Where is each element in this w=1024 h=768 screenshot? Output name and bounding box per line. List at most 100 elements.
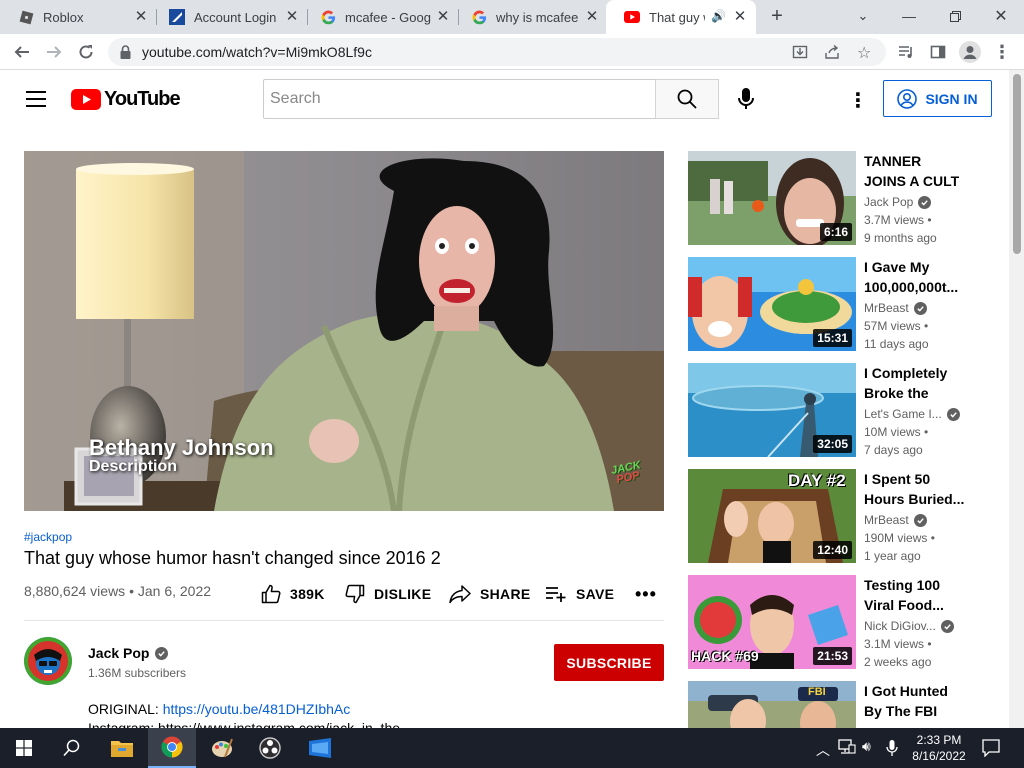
- close-icon[interactable]: ✕: [584, 9, 600, 25]
- subscriber-count: 1.36M subscribers: [88, 666, 187, 680]
- tab-roblox[interactable]: Roblox ✕: [0, 0, 157, 34]
- subscribe-button[interactable]: SUBSCRIBE: [554, 644, 664, 681]
- recommended-channel[interactable]: Jack Pop: [864, 195, 913, 209]
- save-button[interactable]: SAVE: [545, 582, 614, 606]
- video-thumbnail[interactable]: HACK #69 21:53: [688, 575, 856, 669]
- back-arrow-icon[interactable]: [8, 38, 36, 66]
- media-controls-icon[interactable]: [892, 38, 920, 66]
- taskbar-search-icon[interactable]: [48, 728, 96, 768]
- scrollbar-thumb[interactable]: [1013, 74, 1021, 254]
- original-video-link[interactable]: https://youtu.be/481DHZIbhAc: [163, 701, 351, 717]
- video-player[interactable]: Bethany Johnson Description JACK POP: [24, 151, 664, 511]
- video-thumbnail[interactable]: 6:16: [688, 151, 856, 245]
- hashtag-link[interactable]: #jackpop: [24, 530, 72, 544]
- microphone-tray-icon[interactable]: [886, 739, 898, 762]
- recommended-channel-row[interactable]: MrBeast: [864, 301, 927, 315]
- recommended-channel[interactable]: Let's Game I...: [864, 407, 942, 421]
- forward-arrow-icon[interactable]: [40, 38, 68, 66]
- install-app-icon[interactable]: [792, 44, 808, 65]
- app-window-icon[interactable]: [296, 728, 344, 768]
- recommended-title[interactable]: TANNER JOINS A CULT: [864, 151, 966, 191]
- browser-menu-icon[interactable]: ⋮: [988, 38, 1016, 66]
- speaker-icon[interactable]: 🔊: [711, 9, 726, 23]
- tab-mcafee-search[interactable]: mcafee - Google Search ✕: [302, 0, 459, 34]
- url-text[interactable]: youtube.com/watch?v=Mi9mkO8Lf9c: [142, 44, 372, 60]
- network-icon[interactable]: [838, 739, 856, 760]
- new-tab-plus-icon[interactable]: +: [755, 0, 799, 32]
- minimize-icon[interactable]: —: [886, 0, 932, 32]
- volume-icon[interactable]: 🔊︎: [862, 738, 871, 755]
- recommended-title[interactable]: I Completely Broke the Enti...: [864, 363, 966, 403]
- recommended-channel-row[interactable]: Let's Game I...: [864, 407, 960, 421]
- clock-date: 8/16/2022: [912, 749, 966, 763]
- video-thumbnail[interactable]: DAY #2 12:40: [688, 469, 856, 563]
- close-icon[interactable]: ✕: [284, 9, 300, 25]
- thumbnail-text: DAY #2: [788, 471, 846, 490]
- recommended-video[interactable]: 15:31 I Gave My 100,000,000t... MrBeast …: [688, 257, 988, 353]
- recommended-channel[interactable]: Nick DiGiov...: [864, 619, 936, 633]
- bookmark-star-icon[interactable]: ☆: [857, 43, 871, 63]
- page-scrollbar[interactable]: [1009, 70, 1024, 728]
- recommended-channel-row[interactable]: Nick DiGiov...: [864, 619, 954, 633]
- file-explorer-icon[interactable]: [98, 728, 146, 768]
- paint-app-icon[interactable]: [198, 728, 246, 768]
- obs-studio-icon[interactable]: [246, 728, 294, 768]
- search-icon: [677, 89, 697, 109]
- microphone-icon[interactable]: [737, 87, 755, 116]
- recommended-title[interactable]: I Spent 50 Hours Buried...: [864, 469, 966, 509]
- dislike-button[interactable]: DISLIKE: [345, 582, 431, 606]
- tray-overflow-chevron-up-icon[interactable]: ︿: [816, 740, 830, 760]
- channel-name-row[interactable]: Jack Pop: [88, 645, 169, 661]
- video-thumbnail[interactable]: 15:31: [688, 257, 856, 351]
- close-icon[interactable]: ✕: [732, 9, 748, 25]
- tab-search-chevron-down-icon[interactable]: ⌄: [840, 0, 886, 32]
- sign-in-button[interactable]: SIGN IN: [883, 80, 992, 117]
- window-close-icon[interactable]: ✕: [978, 0, 1024, 32]
- recommended-channel[interactable]: MrBeast: [864, 301, 909, 315]
- recommended-video[interactable]: FBI I Got Hunted By The FBI: [688, 681, 988, 728]
- recommended-video[interactable]: HACK #69 21:53 Testing 100 Viral Food...…: [688, 575, 988, 671]
- search-input[interactable]: [263, 79, 656, 119]
- recommended-channel-row[interactable]: MrBeast: [864, 513, 927, 527]
- recommended-title[interactable]: Testing 100 Viral Food...: [864, 575, 966, 615]
- tab-why-mcafee[interactable]: why is mcafee o ✕: [453, 0, 608, 34]
- notifications-icon[interactable]: [982, 739, 1000, 762]
- close-icon[interactable]: ✕: [133, 9, 149, 25]
- video-overlay-subtitle: Description: [89, 458, 178, 475]
- profile-avatar-icon[interactable]: [956, 38, 984, 66]
- windows-start-icon[interactable]: [0, 728, 48, 768]
- share-icon[interactable]: [824, 44, 840, 65]
- recommended-title[interactable]: I Gave My 100,000,000t...: [864, 257, 966, 297]
- search-button[interactable]: [655, 79, 719, 119]
- chrome-taskbar-icon[interactable]: [148, 728, 196, 768]
- description-line-2: Instagram: https://www.instagram.com/jac…: [88, 720, 401, 728]
- settings-more-icon[interactable]: ⋮: [848, 88, 868, 113]
- recommended-video[interactable]: 6:16 TANNER JOINS A CULT Jack Pop 3.7M v…: [688, 151, 988, 247]
- side-panel-icon[interactable]: [924, 38, 952, 66]
- taskbar-clock[interactable]: 2:33 PM 8/16/2022: [906, 732, 972, 764]
- close-icon[interactable]: ✕: [435, 9, 451, 25]
- recommended-channel[interactable]: MrBeast: [864, 513, 909, 527]
- restore-icon[interactable]: [932, 0, 978, 32]
- hamburger-menu-icon[interactable]: [26, 91, 46, 112]
- more-actions-icon[interactable]: •••: [635, 582, 657, 606]
- channel-name[interactable]: Jack Pop: [88, 645, 149, 661]
- like-button[interactable]: 389K: [261, 582, 325, 606]
- share-button[interactable]: SHARE: [449, 582, 531, 606]
- dislike-label: DISLIKE: [374, 586, 432, 602]
- video-thumbnail[interactable]: FBI: [688, 681, 856, 728]
- reload-icon[interactable]: [72, 38, 100, 66]
- youtube-logo[interactable]: YouTube: [71, 88, 181, 111]
- lock-icon[interactable]: [120, 45, 131, 64]
- address-bar[interactable]: youtube.com/watch?v=Mi9mkO8Lf9c ☆: [108, 38, 886, 66]
- thumbnail-image: [688, 681, 856, 728]
- recommended-video[interactable]: 32:05 I Completely Broke the Enti... Let…: [688, 363, 988, 459]
- recommended-title[interactable]: I Got Hunted By The FBI: [864, 681, 966, 721]
- video-thumbnail[interactable]: 32:05: [688, 363, 856, 457]
- recommended-video[interactable]: DAY #2 12:40 I Spent 50 Hours Buried... …: [688, 469, 988, 565]
- tab-youtube-active[interactable]: That guy wh 🔊 ✕: [606, 0, 756, 34]
- channel-avatar[interactable]: [24, 637, 72, 685]
- google-icon: [471, 9, 487, 25]
- recommended-channel-row[interactable]: Jack Pop: [864, 195, 932, 209]
- tab-account-login[interactable]: Account Login ✕: [151, 0, 308, 34]
